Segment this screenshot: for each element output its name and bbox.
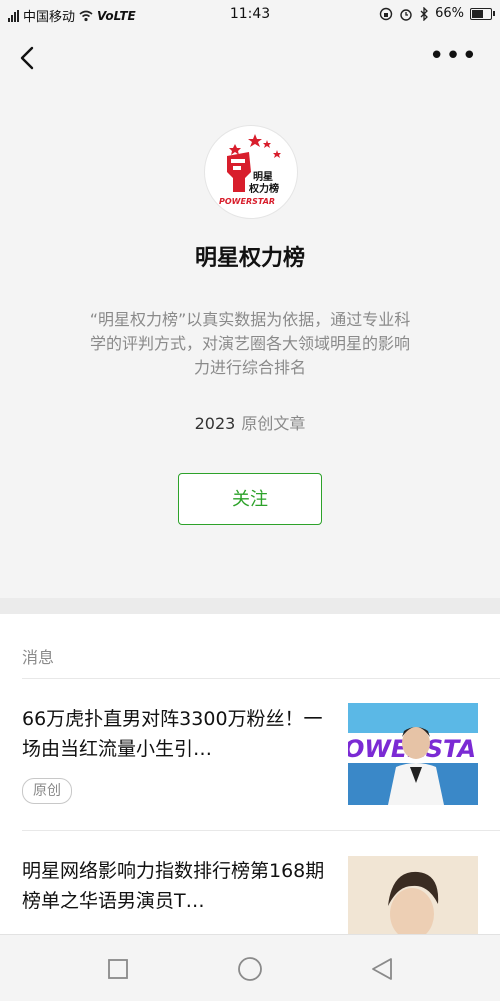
system-nav-bar (0, 934, 500, 1001)
article-tag: 原创 (22, 778, 72, 804)
article-meta: 2023 原创文章 (0, 410, 500, 434)
article-item[interactable]: 66万虎扑直男对阵3300万粉丝！一场由当红流量小生引… 原创 OWERSTA (22, 678, 500, 828)
svg-text:POWERSTAR: POWERSTAR (219, 197, 275, 206)
profile-header: 明星 权力榜 POWERSTAR 明星权力榜 “明星权力榜”以真实数据为依据，通… (0, 88, 500, 598)
alarm-icon (400, 8, 412, 21)
section-divider (0, 598, 500, 614)
article-title[interactable]: 66万虎扑直男对阵3300万粉丝！一场由当红流量小生引… (22, 704, 332, 764)
battery-text: 66% (435, 6, 464, 21)
powerstar-logo: 明星 权力榜 POWERSTAR (219, 134, 281, 206)
bluetooth-icon (420, 6, 429, 21)
article-title[interactable]: 明星网络影响力指数排行榜第168期榜单之华语男演员T… (22, 856, 332, 916)
status-bar: 中国移动 VoLTE 11:43 66% (0, 0, 500, 28)
account-description: “明星权力榜”以真实数据为依据，通过专业科学的评判方式，对演艺圈各大领域明星的影… (89, 310, 411, 377)
article-thumbnail[interactable]: OWERSTA (348, 703, 478, 805)
follow-button[interactable]: 关注 (178, 473, 322, 525)
more-icon[interactable]: ••• (429, 43, 478, 69)
battery-icon (470, 7, 495, 20)
messages-section: 消息 66万虎扑直男对阵3300万粉丝！一场由当红流量小生引… 原创 OWERS… (0, 614, 500, 958)
back-arrow-icon[interactable] (14, 42, 44, 74)
circle-nav-icon[interactable] (230, 949, 270, 989)
article-label: 原创文章 (241, 414, 306, 433)
thumbnail-image: OWERSTA (348, 703, 478, 805)
lock-rotation-icon (379, 7, 393, 20)
triangle-nav-icon[interactable] (362, 949, 402, 989)
article-count: 2023 (194, 414, 236, 433)
messages-title: 消息 (22, 648, 55, 667)
square-nav-icon[interactable] (98, 949, 138, 989)
svg-text:权力榜: 权力榜 (248, 182, 279, 195)
top-navigation: ••• (0, 28, 500, 88)
account-name: 明星权力榜 (194, 246, 305, 271)
article-item[interactable]: 明星网络影响力指数排行榜第168期榜单之华语男演员T… (22, 830, 500, 958)
status-right: 66% (379, 6, 495, 21)
svg-text:明星: 明星 (253, 171, 273, 183)
account-avatar[interactable]: 明星 权力榜 POWERSTAR (204, 125, 298, 219)
